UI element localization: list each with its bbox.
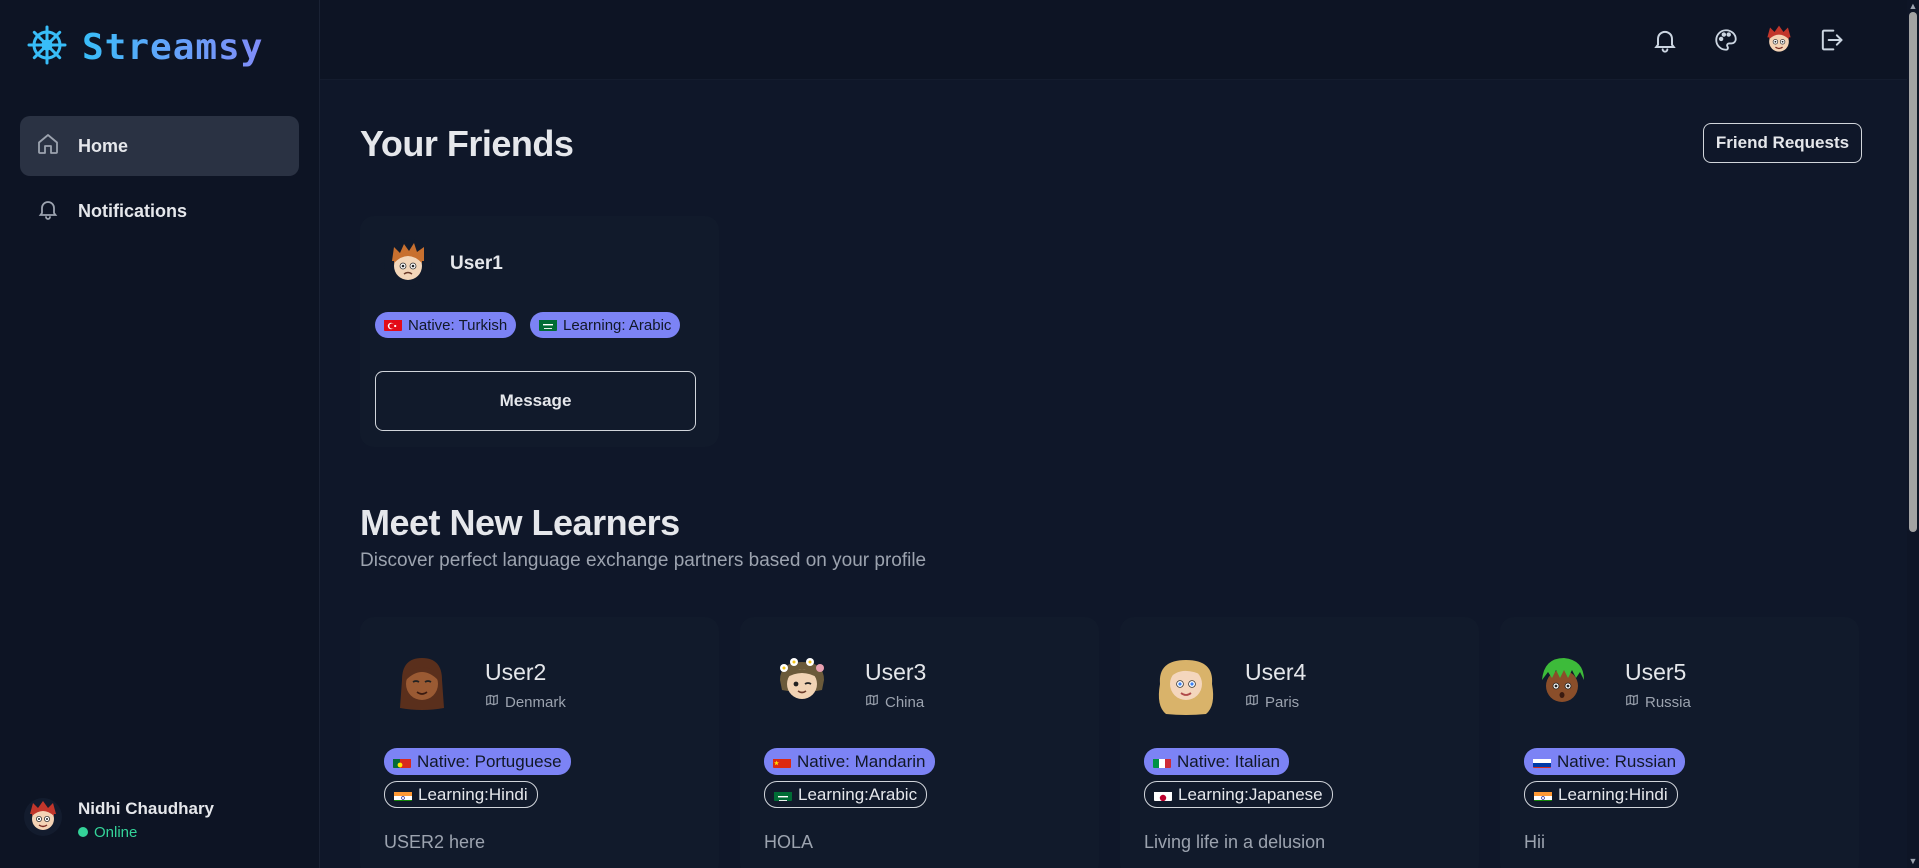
map-icon (1245, 693, 1259, 711)
logout-icon[interactable] (1813, 22, 1849, 58)
avatar (24, 798, 62, 841)
italy-flag-icon (1153, 756, 1171, 768)
learner-bio: USER2 here (384, 832, 486, 852)
learning-language-badge: Learning: Arabic (530, 312, 681, 338)
avatar (770, 650, 834, 719)
japan-flag-icon (1154, 789, 1172, 801)
status-label: Online (94, 823, 138, 841)
learning-language-label: Learning:Hindi (418, 784, 528, 804)
friends-title: Your Friends (360, 123, 574, 164)
saudi-flag-icon (774, 789, 792, 801)
sidebar-nav: Home Notifications (20, 116, 299, 246)
learner-card: User5 Russia Native: Russian Learning:Hi… (1500, 617, 1859, 868)
portugal-flag-icon (393, 756, 411, 768)
bell-icon (36, 197, 60, 226)
avatar[interactable] (1761, 22, 1797, 58)
learner-location: China (865, 693, 924, 711)
learning-language-badge: Learning:Japanese (1144, 781, 1333, 808)
scroll-thumb[interactable] (1909, 12, 1917, 532)
native-language-label: Native: Russian (1557, 751, 1677, 771)
sidebar: Streamsy Home Notifications Nidhi Chaudh… (0, 0, 320, 868)
scroll-down-icon[interactable]: ▼ (1908, 856, 1918, 866)
learners-title: Meet New Learners (360, 502, 680, 543)
home-icon (36, 132, 60, 161)
native-language-label: Native: Turkish (408, 316, 508, 334)
native-language-badge: Native: Mandarin (764, 748, 935, 775)
learning-language-label: Learning: Arabic (563, 316, 672, 334)
learner-name: User4 (1245, 659, 1307, 685)
saudi-flag-icon (539, 319, 557, 331)
location-label: Paris (1265, 693, 1300, 711)
topbar (320, 0, 1907, 80)
native-language-badge: Native: Portuguese (384, 748, 571, 775)
india-flag-icon (1534, 789, 1552, 801)
learning-language-label: Learning:Hindi (1558, 784, 1668, 804)
location-label: Denmark (505, 693, 566, 711)
ship-wheel-icon (26, 24, 68, 71)
location-label: China (885, 693, 925, 711)
scrollbar[interactable]: ▲ ▼ (1907, 0, 1919, 868)
native-language-label: Native: Mandarin (797, 751, 926, 771)
palette-icon[interactable] (1708, 22, 1744, 58)
main-content: Your Friends Friend Requests User1 Nativ… (320, 81, 1907, 868)
sidebar-item-home[interactable]: Home (20, 116, 299, 176)
status-dot-icon (78, 827, 88, 837)
learner-bio: Living life in a delusion (1144, 832, 1326, 852)
avatar (384, 239, 432, 292)
sidebar-item-notifications[interactable]: Notifications (20, 181, 299, 241)
avatar (1150, 650, 1222, 723)
learners-subtitle: Discover perfect language exchange partn… (360, 550, 927, 571)
friend-card: User1 Native: Turkish Learning: Arabic M… (360, 216, 719, 447)
learning-language-badge: Learning:Arabic (764, 781, 928, 808)
learner-name: User2 (485, 659, 547, 685)
avatar (1530, 650, 1594, 719)
native-language-badge: Native: Turkish (375, 312, 517, 338)
learner-location: Denmark (485, 693, 566, 711)
avatar (390, 650, 454, 719)
bell-icon[interactable] (1647, 22, 1683, 58)
current-user[interactable]: Nidhi Chaudhary Online (24, 798, 214, 841)
learner-bio: Hii (1524, 832, 1545, 852)
learning-language-label: Learning:Japanese (1178, 784, 1323, 804)
friend-name: User1 (450, 253, 503, 274)
learner-card: User4 Paris Native: Italian Learning:Jap… (1120, 617, 1479, 868)
learning-language-badge: Learning:Hindi (1524, 781, 1678, 808)
native-language-badge: Native: Russian (1524, 748, 1686, 775)
user-name: Nidhi Chaudhary (78, 798, 215, 818)
learner-location: Russia (1625, 693, 1691, 711)
friend-requests-button[interactable]: Friend Requests (1703, 123, 1862, 163)
learner-card: User3 China Native: Mandarin Learning:Ar… (740, 617, 1099, 868)
learner-name: User3 (865, 659, 927, 685)
learner-location: Paris (1245, 693, 1299, 711)
india-flag-icon (394, 789, 412, 801)
location-label: Russia (1645, 693, 1691, 711)
brand-name: Streamsy (82, 27, 264, 68)
scroll-up-icon[interactable]: ▲ (1908, 1, 1918, 11)
russia-flag-icon (1533, 756, 1551, 768)
map-icon (485, 693, 499, 711)
sidebar-item-label: Home (78, 135, 129, 156)
sidebar-item-label: Notifications (78, 200, 188, 221)
china-flag-icon (773, 756, 791, 768)
native-language-label: Native: Italian (1177, 751, 1280, 771)
online-status: Online (78, 824, 214, 841)
message-button[interactable]: Message (375, 371, 696, 431)
map-icon (1625, 693, 1639, 711)
learner-card: User2 Denmark Native: Portuguese Learnin… (360, 617, 719, 868)
learning-language-badge: Learning:Hindi (384, 781, 538, 808)
native-language-badge: Native: Italian (1144, 748, 1289, 775)
turkey-flag-icon (384, 319, 402, 331)
learner-name: User5 (1625, 659, 1687, 685)
learning-language-label: Learning:Arabic (798, 784, 918, 804)
map-icon (865, 693, 879, 711)
brand[interactable]: Streamsy (26, 24, 263, 71)
learner-bio: HOLA (764, 832, 814, 852)
native-language-label: Native: Portuguese (417, 751, 562, 771)
